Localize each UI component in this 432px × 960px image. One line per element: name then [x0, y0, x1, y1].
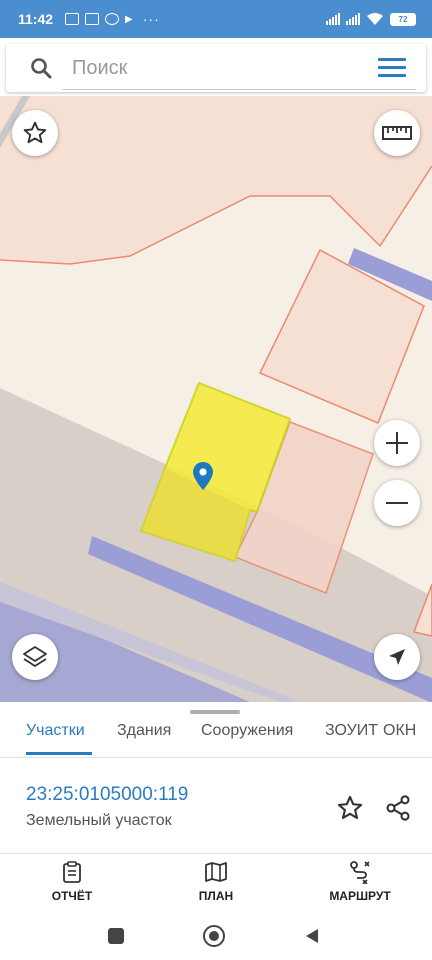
tab-structures[interactable]: Сооружения	[201, 722, 293, 740]
status-bar: 11:42 ▶ ··· 72	[0, 0, 432, 38]
home-circle-icon	[203, 925, 225, 947]
zoom-out-button[interactable]	[374, 480, 420, 526]
star-icon	[23, 121, 47, 144]
nav-plan-label: ПЛАН	[198, 889, 234, 903]
wifi-icon	[367, 13, 383, 25]
zoom-out-icon	[386, 502, 408, 504]
map-view[interactable]	[0, 96, 432, 702]
bottom-navigation: ОТЧЁТ ПЛАН МАРШРУТ	[0, 854, 432, 912]
app-notification-icon	[105, 13, 120, 25]
back-triangle-icon	[306, 929, 318, 943]
nav-report[interactable]: ОТЧЁТ	[27, 860, 117, 903]
zoom-in-icon	[386, 432, 408, 454]
route-icon	[350, 861, 370, 884]
parcel-type: Земельный участок	[26, 812, 172, 829]
tab-buildings[interactable]: Здания	[117, 722, 171, 740]
signal-icon	[326, 13, 340, 25]
search-bar	[6, 44, 426, 92]
layers-icon	[23, 646, 47, 667]
my-location-button[interactable]	[374, 634, 420, 680]
home-button[interactable]	[202, 924, 226, 948]
square-icon	[108, 928, 124, 944]
notification-icon	[85, 13, 100, 25]
parcel-cadastral-number[interactable]: 23:25:0105000:119	[26, 784, 188, 806]
map-plan-icon	[205, 862, 227, 882]
system-navigation-bar	[0, 912, 432, 960]
status-time: 11:42	[18, 11, 54, 27]
zoom-in-button[interactable]	[374, 420, 420, 466]
object-type-tabs: Участки Здания Сооружения ЗОУИТ ОКН	[0, 716, 432, 758]
search-underline	[62, 89, 416, 90]
nav-route-label: МАРШРУТ	[329, 889, 391, 903]
parcel-info[interactable]: 23:25:0105000:119 Земельный участок	[0, 758, 432, 854]
tab-okn[interactable]: ОКН	[383, 722, 416, 740]
more-notifications-icon: ···	[142, 11, 160, 27]
search-input[interactable]	[72, 54, 372, 82]
layers-button[interactable]	[12, 634, 58, 680]
share-icon[interactable]	[384, 794, 412, 822]
search-icon[interactable]	[30, 57, 52, 79]
tab-zouit[interactable]: ЗОУИТ	[325, 722, 378, 740]
nav-route[interactable]: МАРШРУТ	[315, 860, 405, 903]
nav-plan[interactable]: ПЛАН	[171, 860, 261, 903]
battery-icon: 72	[390, 12, 416, 26]
report-icon	[63, 861, 81, 883]
play-icon: ▶	[125, 13, 133, 25]
navigation-arrow-icon	[389, 649, 405, 665]
ruler-icon	[382, 126, 412, 140]
map-canvas[interactable]	[0, 96, 432, 702]
menu-icon[interactable]	[378, 58, 406, 78]
measure-button[interactable]	[374, 110, 420, 156]
signal-icon-2	[346, 13, 360, 25]
favorite-button[interactable]	[12, 110, 58, 156]
bottom-sheet: Участки Здания Сооружения ЗОУИТ ОКН 23:2…	[0, 702, 432, 960]
active-tab-indicator	[26, 752, 92, 755]
recent-apps-button[interactable]	[104, 924, 128, 948]
nfc-icon	[65, 13, 80, 25]
tab-parcels[interactable]: Участки	[26, 722, 85, 740]
sheet-drag-handle[interactable]	[190, 710, 240, 714]
star-icon[interactable]	[336, 794, 364, 822]
back-button[interactable]	[300, 924, 324, 948]
nav-report-label: ОТЧЁТ	[51, 889, 93, 903]
